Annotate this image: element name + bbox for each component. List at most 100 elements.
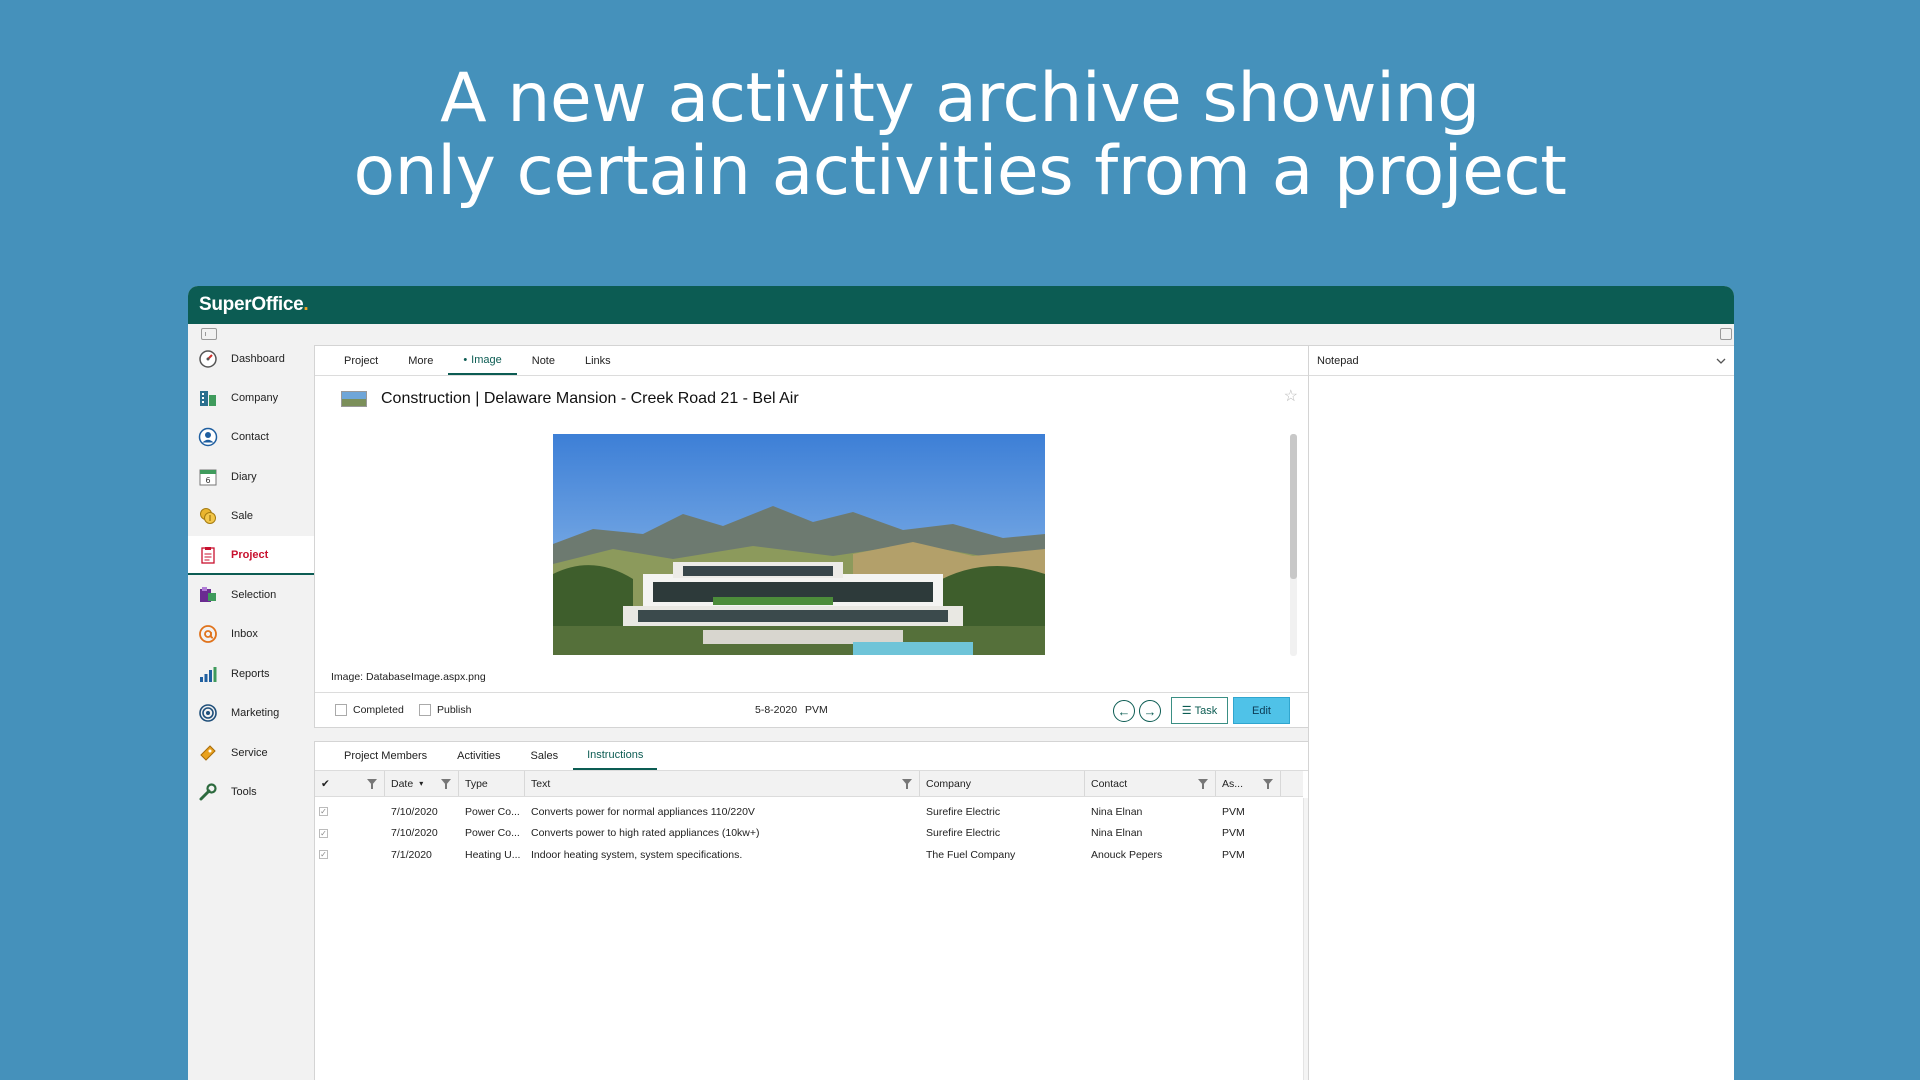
tab-note[interactable]: Note bbox=[517, 346, 570, 375]
tab-project-members[interactable]: Project Members bbox=[329, 742, 442, 770]
speedometer-icon bbox=[197, 348, 219, 370]
column-text[interactable]: Text bbox=[525, 771, 920, 796]
column-check[interactable]: ✔ bbox=[315, 771, 385, 796]
sidebar-item-label: Tools bbox=[231, 785, 257, 798]
task-list-icon: ☰ bbox=[1181, 705, 1192, 717]
row-checkbox[interactable]: ✓ bbox=[319, 850, 328, 860]
column-company[interactable]: Company bbox=[920, 771, 1085, 796]
tab-more[interactable]: More bbox=[393, 346, 448, 375]
sidebar-item-dashboard[interactable]: Dashboard bbox=[188, 339, 314, 378]
at-sign-icon bbox=[197, 623, 219, 645]
completed-checkbox-box[interactable] bbox=[335, 704, 347, 716]
task-button[interactable]: ☰ Task bbox=[1171, 697, 1228, 724]
sidebar-item-diary[interactable]: 6 Diary bbox=[188, 457, 314, 496]
column-type[interactable]: Type bbox=[459, 771, 525, 796]
filter-icon[interactable] bbox=[441, 779, 451, 789]
table-row[interactable]: ✓ 7/1/2020 Heating U... Indoor heating s… bbox=[315, 844, 1313, 866]
headline-line-1: A new activity archive showing bbox=[440, 59, 1480, 138]
completed-checkbox[interactable]: Completed bbox=[335, 704, 404, 716]
sidebar-item-tools[interactable]: Tools bbox=[188, 772, 314, 811]
sidebar-item-label: Dashboard bbox=[231, 352, 285, 365]
sidebar-item-sale[interactable]: Sale bbox=[188, 497, 314, 536]
clipboard-icon bbox=[197, 544, 219, 566]
superoffice-window: SuperOffice. Dashboard Company Contact 6… bbox=[188, 286, 1734, 1080]
sidebar-item-company[interactable]: Company bbox=[188, 378, 314, 417]
image-caption: Image: DatabaseImage.aspx.png bbox=[331, 671, 486, 683]
active-tab-marker: • bbox=[463, 353, 468, 366]
table-row[interactable]: ✓ 7/10/2020 Power Co... Converts power t… bbox=[315, 823, 1313, 845]
sidebar-item-label: Company bbox=[231, 392, 279, 405]
sidebar-item-label: Service bbox=[231, 746, 268, 759]
wrench-icon bbox=[197, 781, 219, 803]
filter-icon[interactable] bbox=[902, 779, 912, 789]
sidebar-item-marketing[interactable]: Marketing bbox=[188, 694, 314, 733]
tab-activities[interactable]: Activities bbox=[442, 742, 515, 770]
project-title-text: Construction | Delaware Mansion - Creek … bbox=[381, 390, 799, 407]
sidebar-item-service[interactable]: Service bbox=[188, 733, 314, 772]
sidebar-item-inbox[interactable]: Inbox bbox=[188, 615, 314, 654]
sort-indicator-icon: ▾ bbox=[419, 779, 424, 788]
activity-archive: Project Members Activities Sales Instruc… bbox=[314, 741, 1314, 1080]
table-row[interactable]: ✓ 7/10/2020 Power Co... Converts power f… bbox=[315, 801, 1313, 823]
person-icon bbox=[197, 426, 219, 448]
chevron-down-icon[interactable] bbox=[1716, 355, 1726, 367]
superoffice-logo[interactable]: SuperOffice. bbox=[199, 294, 309, 316]
selection-icon bbox=[197, 584, 219, 606]
project-photo bbox=[553, 434, 1045, 655]
archive-rows: ✓ 7/10/2020 Power Co... Converts power f… bbox=[315, 797, 1313, 866]
notepad-header[interactable]: Notepad bbox=[1309, 346, 1734, 376]
target-icon bbox=[197, 702, 219, 724]
tab-instructions[interactable]: Instructions bbox=[573, 742, 658, 770]
sidebar-item-label: Diary bbox=[231, 470, 257, 483]
headline-line-2: only certain activities from a project bbox=[353, 132, 1567, 211]
column-date[interactable]: Date ▾ bbox=[385, 771, 459, 796]
sidebar-item-label: Contact bbox=[231, 431, 269, 444]
next-record-button[interactable]: → bbox=[1139, 700, 1161, 722]
sidebar-item-selection[interactable]: Selection bbox=[188, 575, 314, 614]
tab-project[interactable]: Project bbox=[329, 346, 393, 375]
sidebar-item-contact[interactable]: Contact bbox=[188, 418, 314, 457]
favourite-star-icon[interactable]: ☆ bbox=[1284, 386, 1298, 406]
tab-sales[interactable]: Sales bbox=[516, 742, 574, 770]
project-owner: PVM bbox=[805, 704, 828, 716]
publish-label: Publish bbox=[437, 704, 472, 716]
completed-label: Completed bbox=[353, 704, 404, 716]
sidebar-item-label: Marketing bbox=[231, 707, 280, 720]
previous-record-button[interactable]: ← bbox=[1113, 700, 1135, 722]
publish-checkbox-box[interactable] bbox=[419, 704, 431, 716]
archive-tabs: Project Members Activities Sales Instruc… bbox=[315, 742, 1313, 771]
svg-text:6: 6 bbox=[205, 476, 210, 485]
filter-icon[interactable] bbox=[367, 779, 377, 789]
arrow-left-icon: ← bbox=[1117, 703, 1131, 719]
coins-icon bbox=[197, 505, 219, 527]
calendar-icon: 6 bbox=[197, 466, 219, 488]
bar-chart-icon bbox=[197, 663, 219, 685]
headline: A new activity archive showing only cert… bbox=[0, 62, 1920, 208]
title-bar: SuperOffice. bbox=[188, 286, 1734, 324]
sidebar-item-label: Inbox bbox=[231, 628, 258, 641]
row-checkbox[interactable]: ✓ bbox=[319, 807, 328, 817]
arrow-right-icon: → bbox=[1143, 703, 1157, 719]
column-contact[interactable]: Contact bbox=[1085, 771, 1216, 796]
tab-links[interactable]: Links bbox=[570, 346, 626, 375]
edit-button[interactable]: Edit bbox=[1233, 697, 1290, 724]
publish-checkbox[interactable]: Publish bbox=[419, 704, 471, 716]
filter-icon[interactable] bbox=[1198, 779, 1208, 789]
row-checkbox[interactable]: ✓ bbox=[319, 828, 328, 838]
image-scrollbar[interactable] bbox=[1290, 434, 1297, 656]
project-card-tabs: Project More • Image Note Links bbox=[315, 346, 1313, 376]
page-title: Construction | Delaware Mansion - Creek … bbox=[341, 390, 799, 408]
filter-icon[interactable] bbox=[1263, 779, 1273, 789]
archive-column-headers: ✔ Date ▾ Type Text Company Contact As... bbox=[315, 771, 1303, 797]
sidebar-item-label: Selection bbox=[231, 589, 277, 602]
building-icon bbox=[197, 387, 219, 409]
sidebar-item-label: Reports bbox=[231, 667, 270, 680]
sidebar-item-label: Sale bbox=[231, 510, 254, 523]
column-associate[interactable]: As... bbox=[1216, 771, 1281, 796]
notepad-panel: Notepad bbox=[1308, 345, 1734, 1080]
navigator-sidebar: Dashboard Company Contact 6 Diary Sale P… bbox=[188, 339, 314, 812]
sidebar-item-project[interactable]: Project bbox=[188, 535, 314, 576]
sidebar-item-reports[interactable]: Reports bbox=[188, 654, 314, 693]
expand-panel-icon[interactable] bbox=[1720, 328, 1732, 340]
tab-image[interactable]: • Image bbox=[448, 346, 517, 375]
